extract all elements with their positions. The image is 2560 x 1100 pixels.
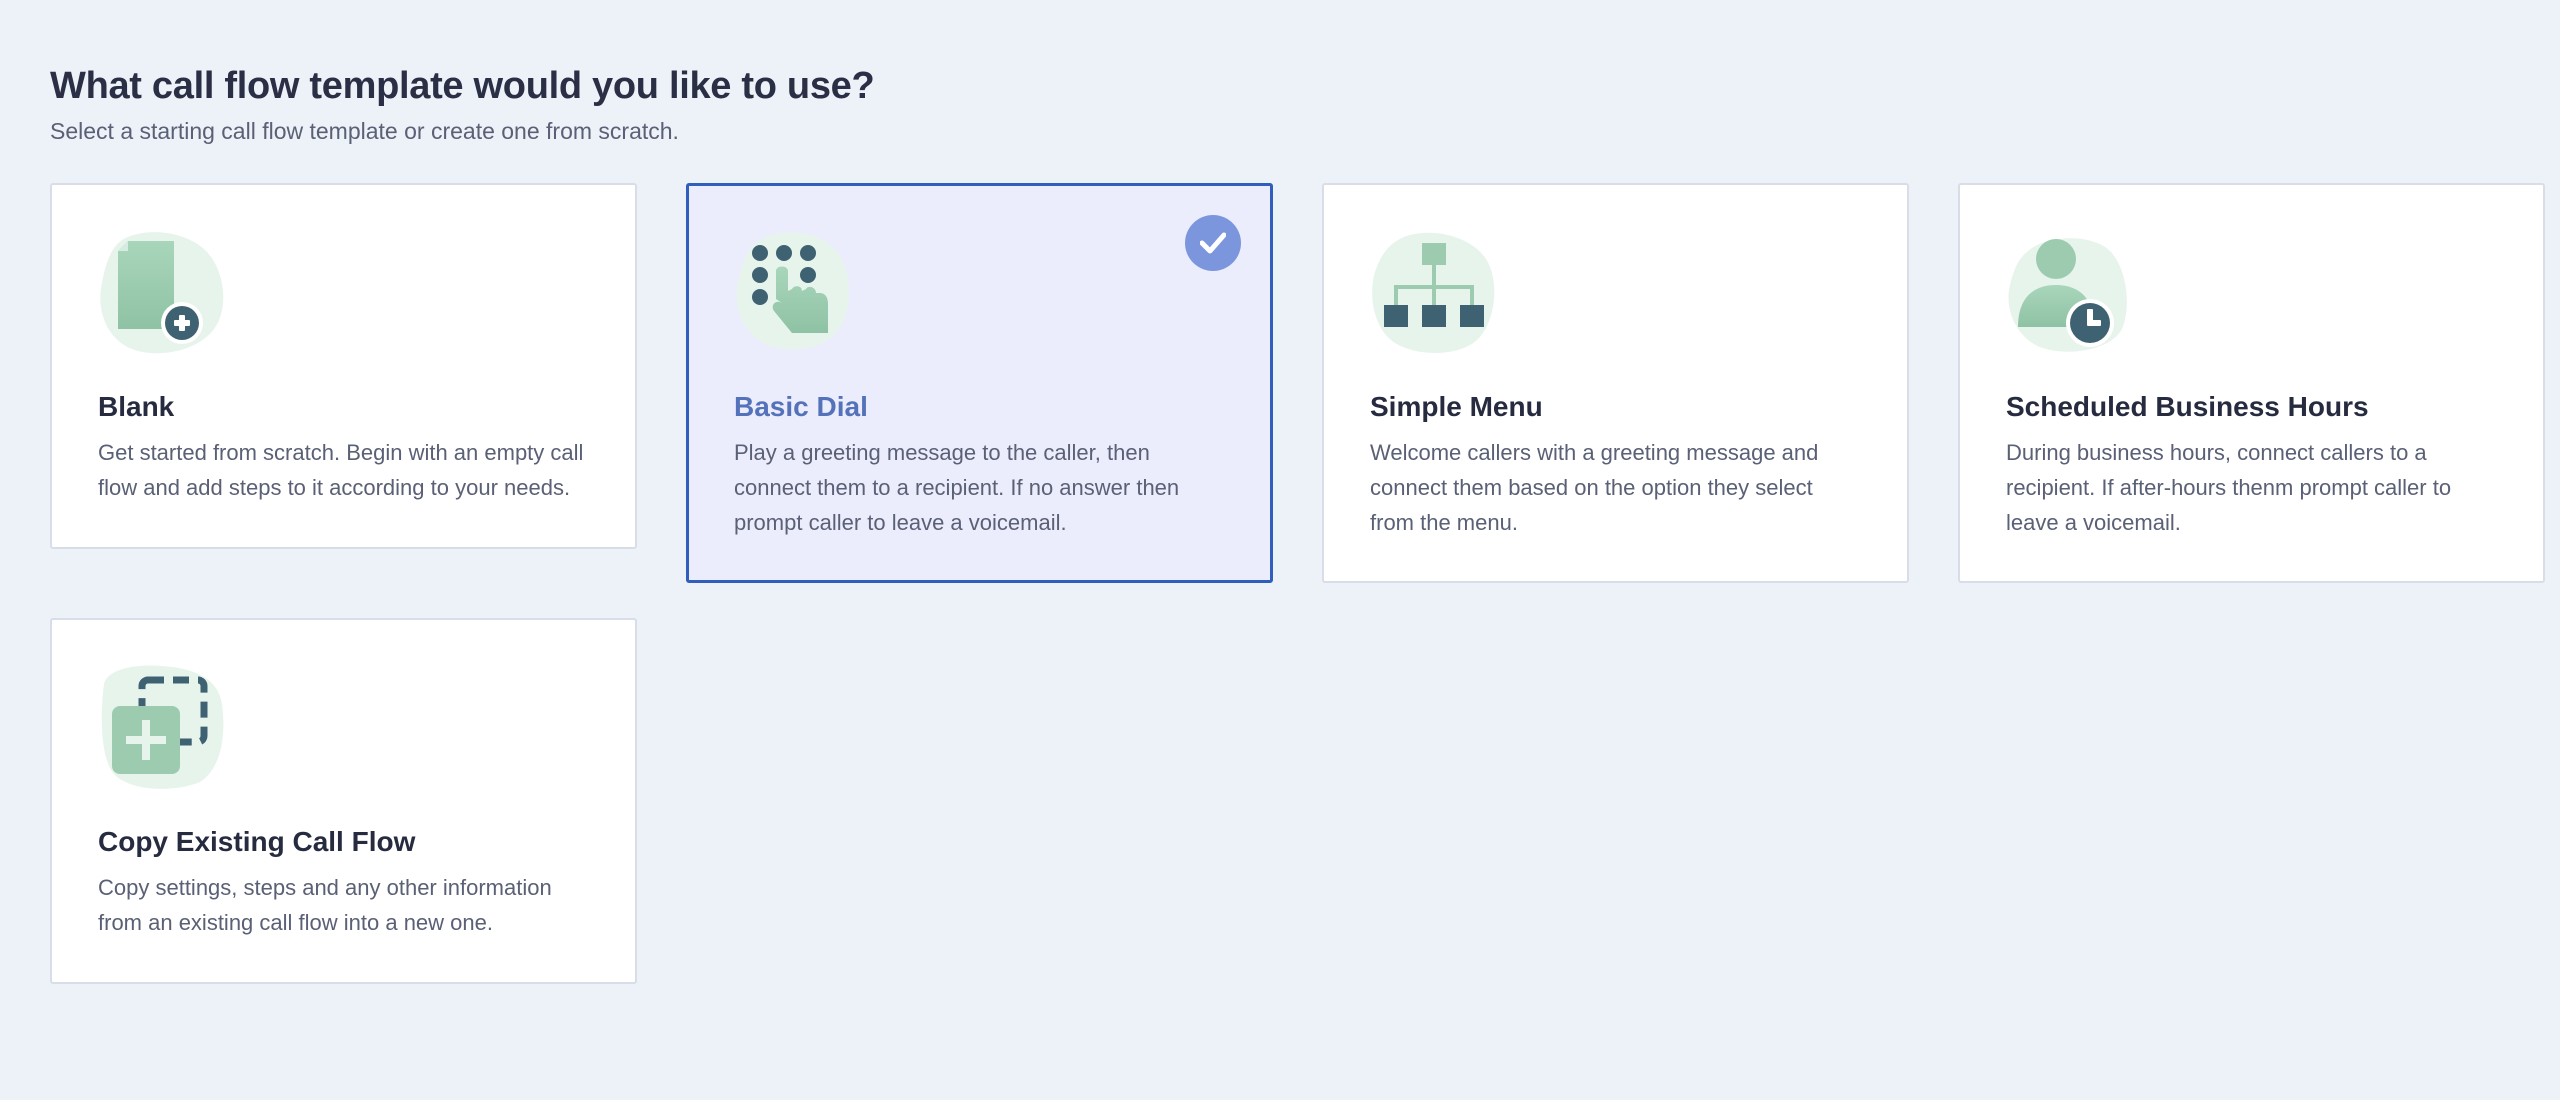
card-title: Scheduled Business Hours	[2006, 391, 2369, 422]
blank-document-plus-icon	[98, 229, 226, 357]
card-title: Blank	[98, 391, 175, 422]
card-description: Copy settings, steps and any other infor…	[98, 875, 552, 935]
card-description: Get started from scratch. Begin with an …	[98, 440, 584, 500]
template-card-scheduled-business-hours[interactable]: Scheduled Business Hours During business…	[1958, 183, 2545, 583]
template-card-blank[interactable]: Blank Get started from scratch. Begin wi…	[50, 183, 637, 549]
template-card-basic-dial[interactable]: Basic Dial Play a greeting message to th…	[686, 183, 1273, 583]
person-clock-icon	[2006, 229, 2134, 357]
card-title: Simple Menu	[1370, 391, 1543, 422]
card-title: Basic Dial	[734, 391, 868, 422]
card-description: Play a greeting message to the caller, t…	[734, 440, 1180, 535]
org-chart-menu-icon	[1370, 229, 1498, 357]
template-card-copy-existing[interactable]: Copy Existing Call Flow Copy settings, s…	[50, 618, 637, 984]
page-subtitle: Select a starting call flow template or …	[50, 118, 679, 144]
page-title: What call flow template would you like t…	[50, 65, 875, 107]
template-card-simple-menu[interactable]: Simple Menu Welcome callers with a greet…	[1322, 183, 1909, 583]
keypad-hand-icon	[734, 229, 862, 357]
card-title: Copy Existing Call Flow	[98, 826, 416, 857]
call-flow-template-page: What call flow template would you like t…	[0, 0, 2560, 1100]
selected-check-icon	[1185, 215, 1241, 271]
copy-plus-icon	[98, 664, 226, 792]
card-description: During business hours, connect callers t…	[2006, 440, 2452, 535]
card-description: Welcome callers with a greeting message …	[1370, 440, 1819, 535]
